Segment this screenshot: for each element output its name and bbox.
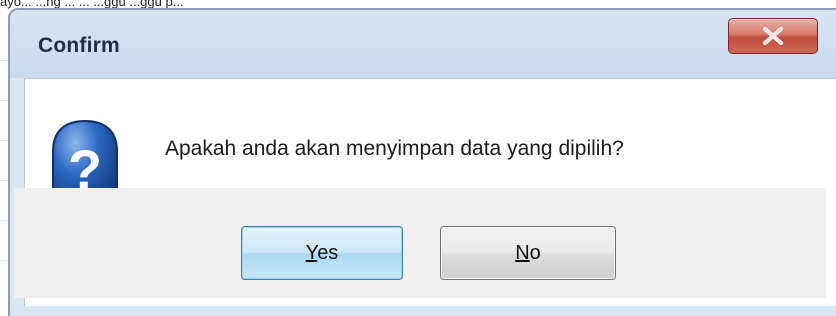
- close-x-icon: [763, 27, 783, 45]
- no-button[interactable]: No: [440, 226, 616, 280]
- no-button-label: o: [529, 242, 541, 264]
- yes-button-mnemonic: Y: [305, 242, 318, 264]
- background-text: ayo... ...ng ... ... ...ggu ...ggu p...: [0, 0, 184, 9]
- dialog-titlebar[interactable]: Confirm: [10, 10, 836, 78]
- dialog-button-area: [14, 188, 826, 298]
- yes-button[interactable]: Yes: [241, 226, 403, 280]
- dialog-title: Confirm: [38, 34, 120, 57]
- dialog-message: Apakah anda akan menyimpan data yang dip…: [165, 137, 624, 160]
- yes-button-label: es: [317, 242, 339, 264]
- no-button-mnemonic: N: [515, 242, 530, 264]
- close-button[interactable]: [728, 18, 818, 54]
